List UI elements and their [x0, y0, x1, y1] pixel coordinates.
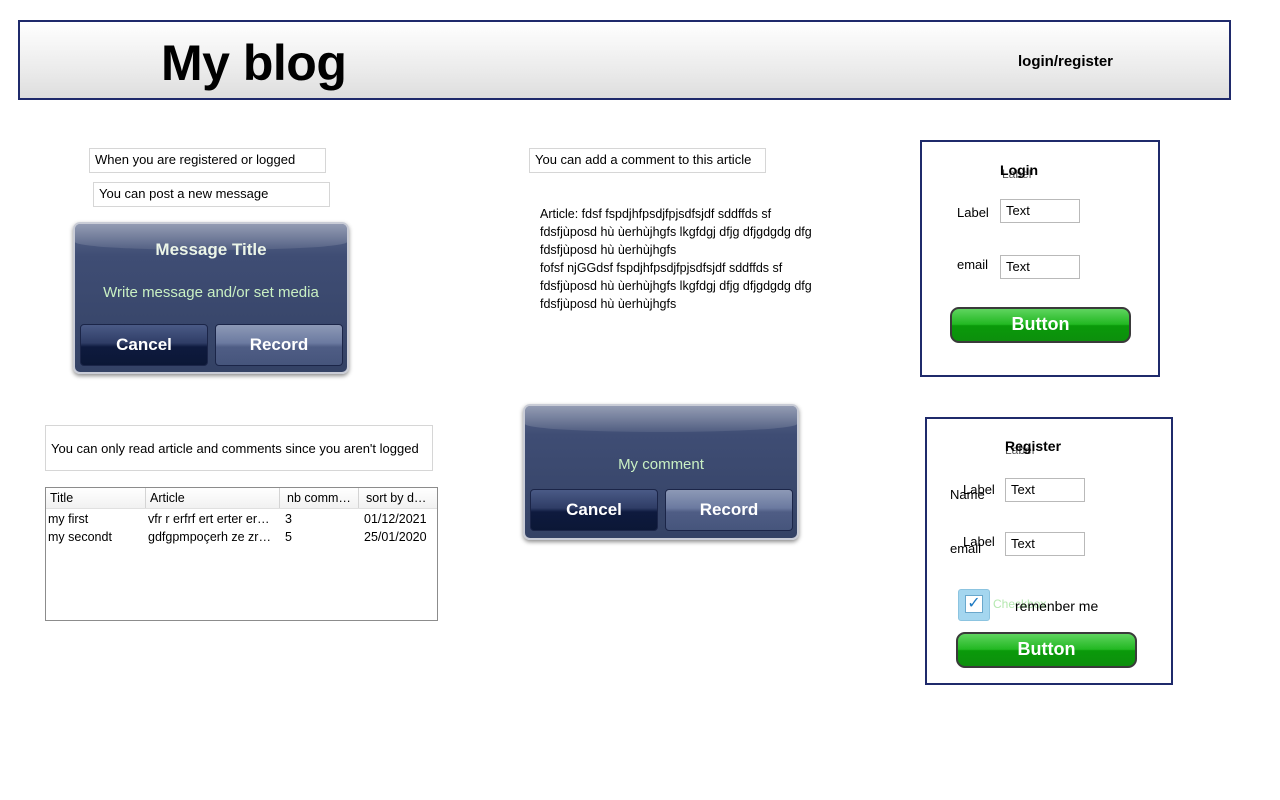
cell-nb-comments: 3	[285, 512, 292, 526]
logged-in-note: When you are registered or logged	[89, 148, 326, 173]
column-divider[interactable]	[279, 488, 280, 508]
email-label: email	[957, 257, 989, 272]
login-panel: Label Login Label Text email Text Button	[920, 140, 1160, 377]
email-field[interactable]: Text	[1005, 532, 1085, 556]
remember-me-checkbox[interactable]: ✓	[958, 589, 990, 621]
cell-title: my secondt	[48, 530, 112, 544]
register-button[interactable]: Button	[956, 632, 1137, 668]
dialog-gloss	[525, 406, 797, 432]
site-title: My blog	[161, 35, 347, 91]
cell-title: my first	[48, 512, 89, 526]
column-divider[interactable]	[145, 488, 146, 508]
message-dialog-text[interactable]: Write message and/or set media	[75, 284, 347, 301]
cell-article: vfr r erfrf ert erter er…	[148, 512, 270, 526]
register-title: Register	[1005, 438, 1062, 454]
login-button[interactable]: Button	[950, 307, 1131, 343]
message-dialog: Message Title Write message and/or set m…	[73, 222, 349, 374]
check-icon: ✓	[965, 595, 983, 613]
column-header-article[interactable]: Article	[150, 491, 185, 505]
comment-input[interactable]: My comment	[525, 456, 797, 473]
email-label: email	[950, 541, 982, 556]
message-dialog-title: Message Title	[155, 240, 267, 259]
record-button[interactable]: Record	[665, 489, 793, 531]
remember-me-label[interactable]: remenber me	[1015, 598, 1098, 614]
cell-date: 01/12/2021	[364, 512, 427, 526]
read-only-note: You can only read article and comments s…	[45, 425, 433, 471]
login-text-field[interactable]: Text	[1000, 199, 1080, 223]
cell-nb-comments: 5	[285, 530, 292, 544]
comment-note: You can add a comment to this article	[529, 148, 766, 173]
column-header-title[interactable]: Title	[50, 491, 73, 505]
record-button[interactable]: Record	[215, 324, 343, 366]
field-label: Label	[957, 205, 989, 220]
table-row[interactable]: my secondt gdfgpmpoçerh ze zr… 5 25/01/2…	[46, 530, 437, 548]
column-header-sort-by-date[interactable]: sort by d…	[366, 491, 426, 505]
column-header-nb-comments[interactable]: nb comm…	[287, 491, 351, 505]
name-field[interactable]: Text	[1005, 478, 1085, 502]
name-label: Name	[950, 487, 985, 502]
email-field[interactable]: Text	[1000, 255, 1080, 279]
column-divider[interactable]	[358, 488, 359, 508]
article-text: Article: fdsf fspdjhfpsdjfpjsdfsjdf sddf…	[540, 205, 840, 313]
register-panel: Label Register Label Name Text Label ema…	[925, 417, 1173, 685]
cancel-button[interactable]: Cancel	[530, 489, 658, 531]
login-title: Login	[1000, 162, 1039, 178]
article-line: fdsfjùposd hù ùerhùjhgfs lkgfdgj dfjg df…	[540, 225, 812, 239]
article-line: Article: fdsf fspdjhfpsdjfpjsdfsjdf sddf…	[540, 207, 772, 221]
table-row[interactable]: my first vfr r erfrf ert erter er… 3 01/…	[46, 512, 437, 530]
post-message-note: You can post a new message	[93, 182, 330, 207]
article-line: fdsfjùposd hù ùerhùjhgfs	[540, 297, 677, 311]
articles-table: Title Article nb comm… sort by d… my fir…	[45, 487, 438, 621]
article-line: fofsf njGGdsf fspdjhfpsdjfpjsdfsjdf sddf…	[540, 261, 783, 275]
cell-date: 25/01/2020	[364, 530, 427, 544]
cancel-button[interactable]: Cancel	[80, 324, 208, 366]
cell-article: gdfgpmpoçerh ze zr…	[148, 530, 271, 544]
header-bar: My blog login/register	[18, 20, 1231, 100]
article-line: fdsfjùposd hù ùerhùjhgfs lkgfdgj dfjg df…	[540, 279, 812, 293]
comment-dialog: My comment Cancel Record	[523, 404, 799, 540]
table-header: Title Article nb comm… sort by d…	[46, 488, 437, 509]
login-register-link[interactable]: login/register	[1018, 53, 1113, 70]
article-line: fdsfjùposd hù ùerhùjhgfs	[540, 243, 677, 257]
